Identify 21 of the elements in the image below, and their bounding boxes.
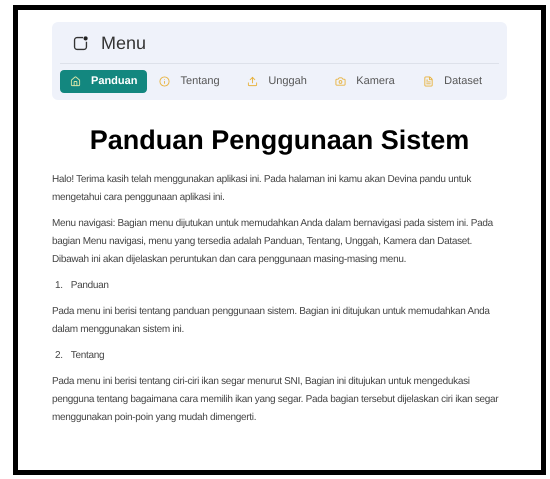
paragraph: Pada menu ini berisi tentang panduan penggunaan sistem. Bagian ini ditujukan untuk memudahkan Anda dalam menggunakan sistem ini.: [52, 304, 491, 336]
menu-tab[interactable]: Kamera: [325, 70, 412, 93]
menu-tab[interactable]: Unggah: [237, 70, 324, 93]
file-icon: [423, 76, 434, 87]
menu-title: Menu: [101, 32, 146, 55]
page-heading: Panduan Penggunaan Sistem: [88, 124, 470, 157]
home-icon: [70, 76, 81, 87]
app-icon: [72, 35, 89, 52]
menu-tab[interactable]: Tentang: [149, 70, 236, 93]
paragraph: Pada menu ini berisi tentang ciri-ciri ikan segar menurut SNI, Bagian ini ditujukan untuk mengedukasi pengguna tentang bagaimana cara memilih ikan yang segar. Pada bagian tersebut dijelaskan ciri ikan segar menggunakan poin-poin yang mudah dimengerti.: [52, 374, 500, 424]
menu-tab[interactable]: Panduan: [60, 70, 148, 93]
paragraph: Halo! Terima kasih telah menggunakan aplikasi ini. Pada halaman ini kamu akan Devina pandu untuk mengetahui cara penggunaan aplikasi ini.: [52, 172, 472, 204]
paragraph: Menu navigasi: Bagian menu dijutukan untuk memudahkan Anda dalam bernavigasi pada sistem ini. Pada bagian Menu navigasi, menu yang tersedia adalah Panduan, Tentang, Unggah, Kamera dan Dataset. Dibawah ini akan dijelaskan peruntukan dan cara penggunaan masing-masing menu.: [52, 216, 494, 266]
camera-icon: [335, 76, 346, 87]
upload-icon: [247, 76, 258, 87]
list-number: 1.: [55, 278, 63, 292]
list-item: Panduan: [70, 278, 109, 292]
menu-tab[interactable]: Dataset: [413, 70, 500, 93]
list-item: Tentang: [70, 348, 104, 362]
info-icon: [159, 76, 170, 87]
list-number: 2.: [55, 348, 63, 362]
